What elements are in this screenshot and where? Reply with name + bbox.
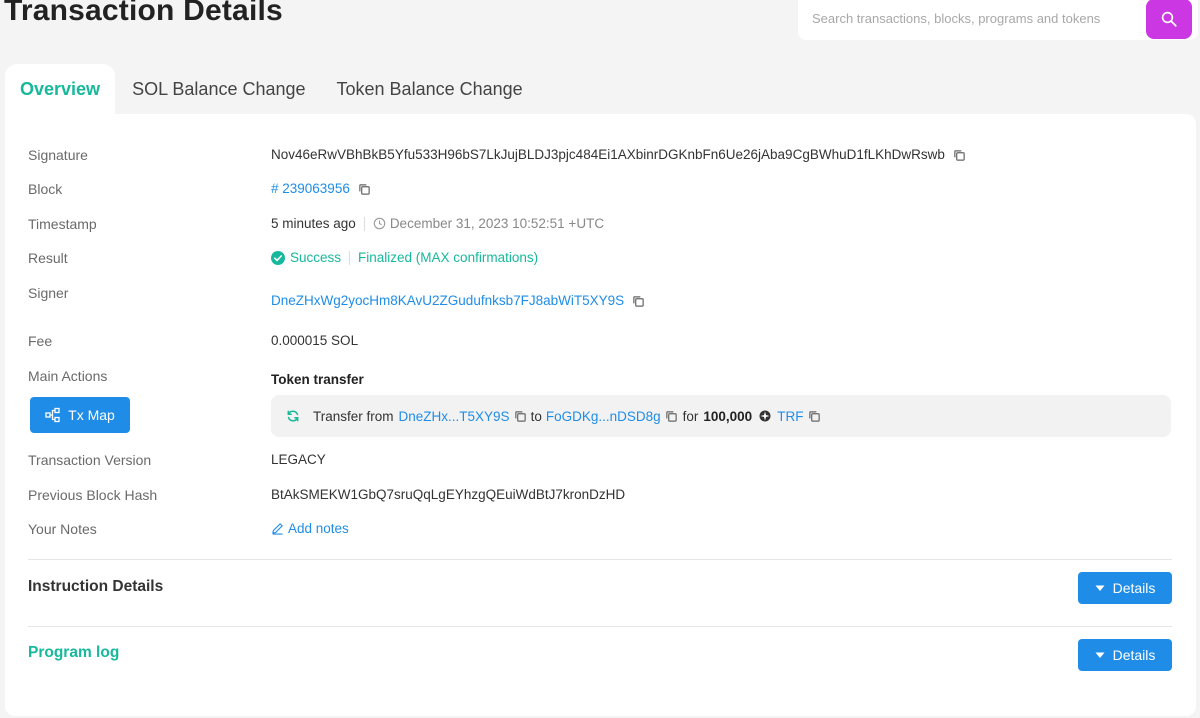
tab-token-balance-change[interactable]: Token Balance Change [323, 64, 537, 114]
timestamp-value-wrap: 5 minutes ago December 31, 2023 10:52:51… [271, 216, 604, 231]
program-log-details-button[interactable]: Details [1078, 639, 1172, 671]
instruction-details-title: Instruction Details [28, 578, 164, 595]
timestamp-relative: 5 minutes ago [271, 216, 356, 231]
copy-icon[interactable] [358, 183, 370, 195]
search-button[interactable] [1146, 0, 1192, 39]
pencil-icon [272, 523, 283, 535]
signature-label: Signature [28, 147, 88, 163]
transfer-for-word: for [682, 408, 699, 424]
transfer-prefix: Transfer from [313, 408, 394, 424]
timestamp-absolute: December 31, 2023 10:52:51 +UTC [389, 216, 605, 231]
network-icon [45, 407, 60, 423]
copy-icon[interactable] [665, 410, 677, 422]
search-icon [1161, 11, 1177, 27]
notes-label: Your Notes [28, 521, 97, 537]
version-label: Transaction Version [28, 452, 152, 468]
copy-icon[interactable] [808, 410, 821, 422]
block-value-wrap: # 239063956 [271, 181, 370, 196]
main-actions-label: Main Actions [28, 368, 108, 384]
copy-icon[interactable] [514, 410, 526, 422]
prev-hash-value: BtAkSMEKW1GbQ7sruQqLgEYhzgQEuiWdBtJ7kron… [271, 487, 626, 502]
search-input[interactable] [798, 2, 1146, 34]
caret-down-icon [1095, 652, 1105, 658]
transfer-amount: 100,000 [703, 408, 753, 424]
tx-map-button[interactable]: Tx Map [30, 397, 130, 433]
details-label: Details [1112, 647, 1156, 663]
transfer-from-link[interactable]: DneZHx...T5XY9S [399, 409, 510, 424]
prev-hash-label: Previous Block Hash [28, 487, 158, 503]
caret-down-icon [1095, 585, 1105, 591]
check-circle-icon [271, 250, 285, 265]
overview-card: Signature Nov46eRwVBhBkB5Yfu533H96bS7LkJ… [5, 114, 1196, 716]
timestamp-label: Timestamp [28, 216, 97, 232]
token-logo-icon [759, 410, 771, 422]
clock-icon [373, 217, 386, 230]
transfer-to-link[interactable]: FoGDKg...nDSD8g [546, 409, 661, 424]
separator [349, 250, 351, 265]
signature-value-wrap: Nov46eRwVBhBkB5Yfu533H96bS7LkJujBLDJ3pjc… [271, 147, 965, 162]
tab-bar: Overview SOL Balance Change Token Balanc… [5, 64, 537, 114]
separator [363, 216, 365, 231]
copy-icon[interactable] [953, 149, 965, 161]
result-label: Result [28, 250, 68, 266]
divider [28, 559, 1172, 560]
action-title: Token transfer [271, 372, 364, 387]
token-link[interactable]: TRF [777, 409, 803, 424]
page-title: Transaction Details [4, 0, 283, 27]
instruction-details-button[interactable]: Details [1078, 572, 1172, 604]
signer-label: Signer [28, 285, 69, 301]
signature-value[interactable]: Nov46eRwVBhBkB5Yfu533H96bS7LkJujBLDJ3pjc… [271, 147, 945, 162]
transfer-to-word: to [530, 408, 542, 424]
details-label: Details [1112, 580, 1156, 596]
add-notes-link[interactable]: Add notes [271, 521, 349, 536]
search-bar [798, 0, 1198, 40]
tab-sol-balance-change[interactable]: SOL Balance Change [118, 64, 319, 114]
copy-icon[interactable] [632, 295, 644, 307]
block-label: Block [28, 181, 63, 197]
result-value-wrap: Success Finalized (MAX confirmations) [271, 250, 538, 265]
signer-value-wrap: DneZHxWg2yocHm8KAvU2ZGudufnksb7FJ8abWiT5… [271, 293, 644, 308]
divider [28, 626, 1172, 627]
result-status: Success [290, 250, 342, 265]
tx-map-label: Tx Map [68, 407, 115, 423]
result-finality: Finalized (MAX confirmations) [358, 250, 539, 265]
signer-link[interactable]: DneZHxWg2yocHm8KAvU2ZGudufnksb7FJ8abWiT5… [271, 293, 624, 308]
refresh-icon [287, 410, 299, 422]
transfer-action: Transfer from DneZHx...T5XY9S to FoGDKg.… [271, 395, 1171, 437]
fee-value: 0.000015 SOL [271, 333, 359, 348]
program-log-title[interactable]: Program log [28, 644, 119, 662]
block-link[interactable]: # 239063956 [271, 181, 350, 196]
add-notes-label: Add notes [288, 521, 349, 536]
tab-overview[interactable]: Overview [5, 64, 116, 114]
version-value: LEGACY [271, 452, 326, 467]
fee-label: Fee [28, 333, 53, 349]
